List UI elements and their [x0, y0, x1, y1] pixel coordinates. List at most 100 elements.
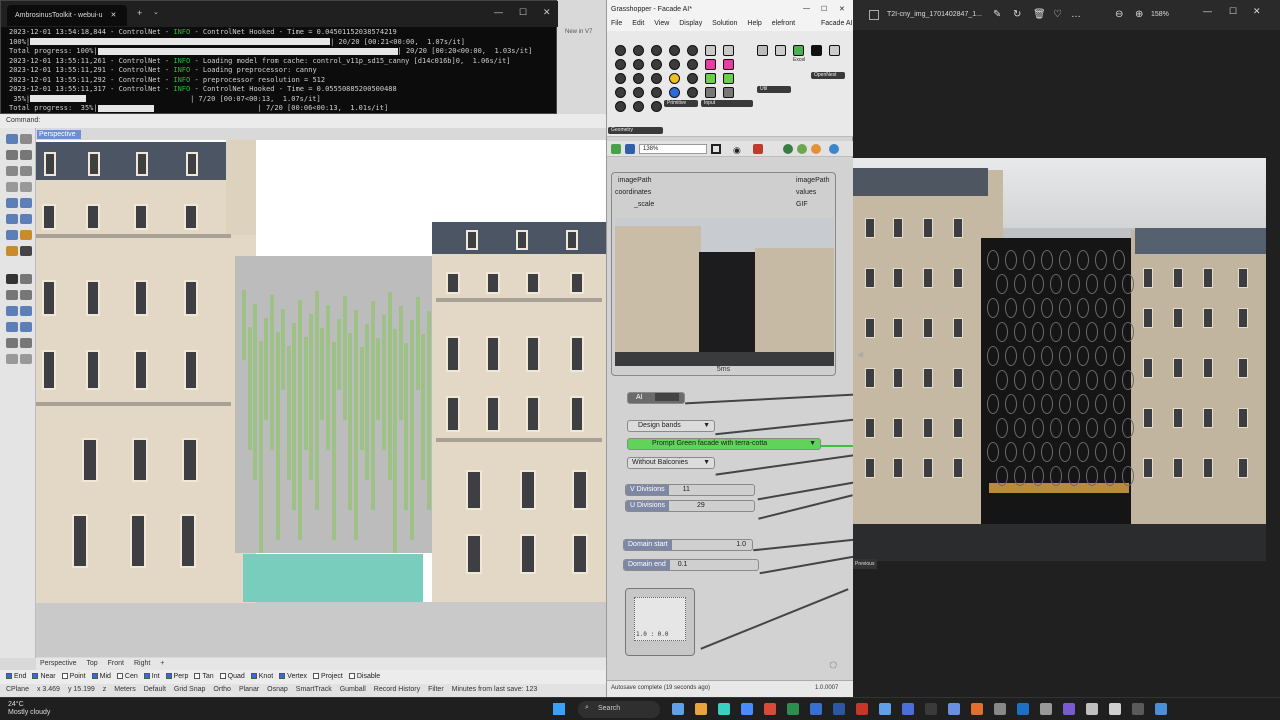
checkbox-icon[interactable] — [91, 673, 98, 680]
status-item[interactable]: Meters — [114, 686, 135, 693]
balconies-dropdown[interactable]: Without Balconies ▼ — [627, 457, 715, 469]
zoom-field[interactable]: 138% — [639, 144, 707, 154]
join-tool-icon[interactable] — [20, 290, 32, 300]
osnap-int[interactable]: Int — [143, 673, 160, 680]
zoom-out-icon[interactable]: ⊖ — [1115, 9, 1123, 20]
ribbon-group-primitive[interactable]: Primitive — [664, 100, 698, 107]
taskbar-app-icon[interactable] — [971, 703, 983, 715]
display-mode-icon[interactable] — [829, 144, 839, 154]
checkbox-icon[interactable] — [116, 673, 123, 680]
rotate-icon[interactable]: ↻ — [1013, 9, 1021, 20]
checkbox-icon[interactable] — [279, 673, 286, 680]
chevron-down-icon[interactable]: ▼ — [703, 458, 710, 468]
checkbox-icon[interactable] — [250, 673, 257, 680]
taskbar-app-icon[interactable] — [741, 703, 753, 715]
status-item[interactable]: SmartTrack — [296, 686, 332, 693]
component-icon[interactable] — [669, 87, 680, 98]
taskbar-search[interactable]: ⌕ Search — [578, 701, 660, 718]
status-item[interactable]: Filter — [428, 686, 444, 693]
osnap-cen[interactable]: Cen — [116, 673, 138, 680]
component-icon[interactable] — [687, 87, 698, 98]
tab-top[interactable]: Top — [86, 660, 97, 667]
point-tool-icon[interactable] — [20, 134, 32, 144]
preview-wire-icon[interactable] — [811, 144, 821, 154]
status-item[interactable]: Ortho — [213, 686, 231, 693]
minimize-icon[interactable]: — — [1203, 6, 1212, 16]
trim-tool-icon[interactable] — [20, 274, 32, 284]
osnap-perp[interactable]: Perp — [165, 673, 188, 680]
util-icon[interactable] — [757, 45, 768, 56]
component-icon[interactable] — [705, 73, 716, 84]
taskbar-app-icon[interactable] — [1086, 703, 1098, 715]
osnap-quad[interactable]: Quad — [219, 673, 245, 680]
maximize-icon[interactable]: ☐ — [519, 7, 527, 18]
osnap-project[interactable]: Project — [313, 673, 343, 680]
component-icon[interactable] — [615, 45, 626, 56]
chevron-down-icon[interactable]: ▼ — [703, 421, 710, 431]
taskbar-app-icon[interactable] — [994, 703, 1006, 715]
terminal-output[interactable]: 2023-12-01 13:54:18,844 - ControlNet - I… — [9, 28, 554, 114]
weather-widget[interactable]: 24°C Mostly cloudy — [8, 701, 68, 719]
taskbar-app-icon[interactable] — [718, 703, 730, 715]
toggle-switch[interactable] — [654, 393, 679, 402]
osnap-point[interactable]: Point — [61, 673, 86, 680]
taskbar-app-icon[interactable] — [833, 703, 845, 715]
close-window-icon[interactable]: ✕ — [839, 5, 845, 13]
graph-mapper-component[interactable]: 1.0 : 0.0 — [625, 588, 695, 656]
component-icon[interactable] — [633, 73, 644, 84]
component-icon[interactable] — [669, 73, 680, 84]
status-item[interactable]: Minutes from last save: 123 — [452, 686, 538, 693]
design-dropdown[interactable]: Design bands ▼ — [627, 420, 715, 432]
edit-icon[interactable]: ✎ — [993, 9, 1001, 20]
input-scale[interactable]: _scale — [634, 201, 654, 208]
osnap-knot[interactable]: Knot — [250, 673, 273, 680]
component-icon[interactable] — [705, 87, 716, 98]
taskbar-app-icon[interactable] — [1155, 703, 1167, 715]
previous-arrow-icon[interactable]: ◀ — [857, 350, 863, 359]
domain-start-slider[interactable]: Domain start 1.0 — [623, 539, 753, 551]
component-icon[interactable] — [633, 59, 644, 70]
sphere-tool-icon[interactable] — [20, 214, 32, 224]
dimension-tool-icon[interactable] — [6, 354, 18, 364]
document-name[interactable]: Facade AI — [821, 20, 853, 27]
taskbar-app-icon[interactable] — [1132, 703, 1144, 715]
close-window-icon[interactable]: ✕ — [543, 7, 551, 18]
new-tab-icon[interactable]: + — [137, 8, 142, 18]
grasshopper-canvas[interactable]: imagePath coordinates _scale imagePath v… — [607, 158, 854, 680]
component-icon[interactable] — [723, 87, 734, 98]
status-item[interactable]: x 3.469 — [37, 686, 60, 693]
checkbox-icon[interactable] — [313, 673, 320, 680]
ribbon-group-util[interactable]: Util — [757, 86, 791, 93]
menu-solution[interactable]: Solution — [712, 20, 737, 27]
util-icon[interactable] — [775, 45, 786, 56]
preview-selected-icon[interactable] — [797, 144, 807, 154]
u-divisions-slider[interactable]: U Divisions 29 — [625, 500, 755, 512]
util-icon[interactable] — [829, 45, 840, 56]
new-in-v7-label[interactable]: New in V7 — [565, 29, 592, 35]
component-icon[interactable] — [651, 73, 662, 84]
ribbon-group-opennest[interactable]: OpenNest — [811, 72, 845, 79]
open-file-icon[interactable] — [611, 144, 621, 154]
zoom-in-icon[interactable]: ⊕ — [1135, 9, 1143, 20]
component-icon[interactable] — [669, 59, 680, 70]
minimize-icon[interactable]: — — [803, 5, 810, 12]
menu-display[interactable]: Display — [679, 20, 702, 27]
output-gif[interactable]: GIF — [796, 201, 808, 208]
chevron-down-icon[interactable]: ⌄ — [153, 8, 159, 16]
ribbon-group-geometry[interactable]: Geometry — [608, 127, 663, 134]
taskbar-app-icon[interactable] — [948, 703, 960, 715]
taskbar-app-icon[interactable] — [787, 703, 799, 715]
component-icon[interactable] — [633, 101, 644, 112]
image-viewer-component[interactable]: imagePath coordinates _scale imagePath v… — [611, 172, 836, 376]
menu-file[interactable]: File — [611, 20, 622, 27]
tab-right[interactable]: Right — [134, 660, 150, 667]
viewport-title[interactable]: Perspective — [37, 130, 81, 139]
minimize-icon[interactable]: — — [494, 7, 503, 17]
maximize-icon[interactable]: ☐ — [1229, 6, 1237, 17]
component-icon[interactable] — [615, 73, 626, 84]
output-values[interactable]: values — [796, 189, 816, 196]
rotate-tool-icon[interactable] — [6, 322, 18, 332]
component-icon[interactable] — [723, 59, 734, 70]
osnap-disable[interactable]: Disable — [348, 673, 380, 680]
component-icon[interactable] — [633, 87, 644, 98]
